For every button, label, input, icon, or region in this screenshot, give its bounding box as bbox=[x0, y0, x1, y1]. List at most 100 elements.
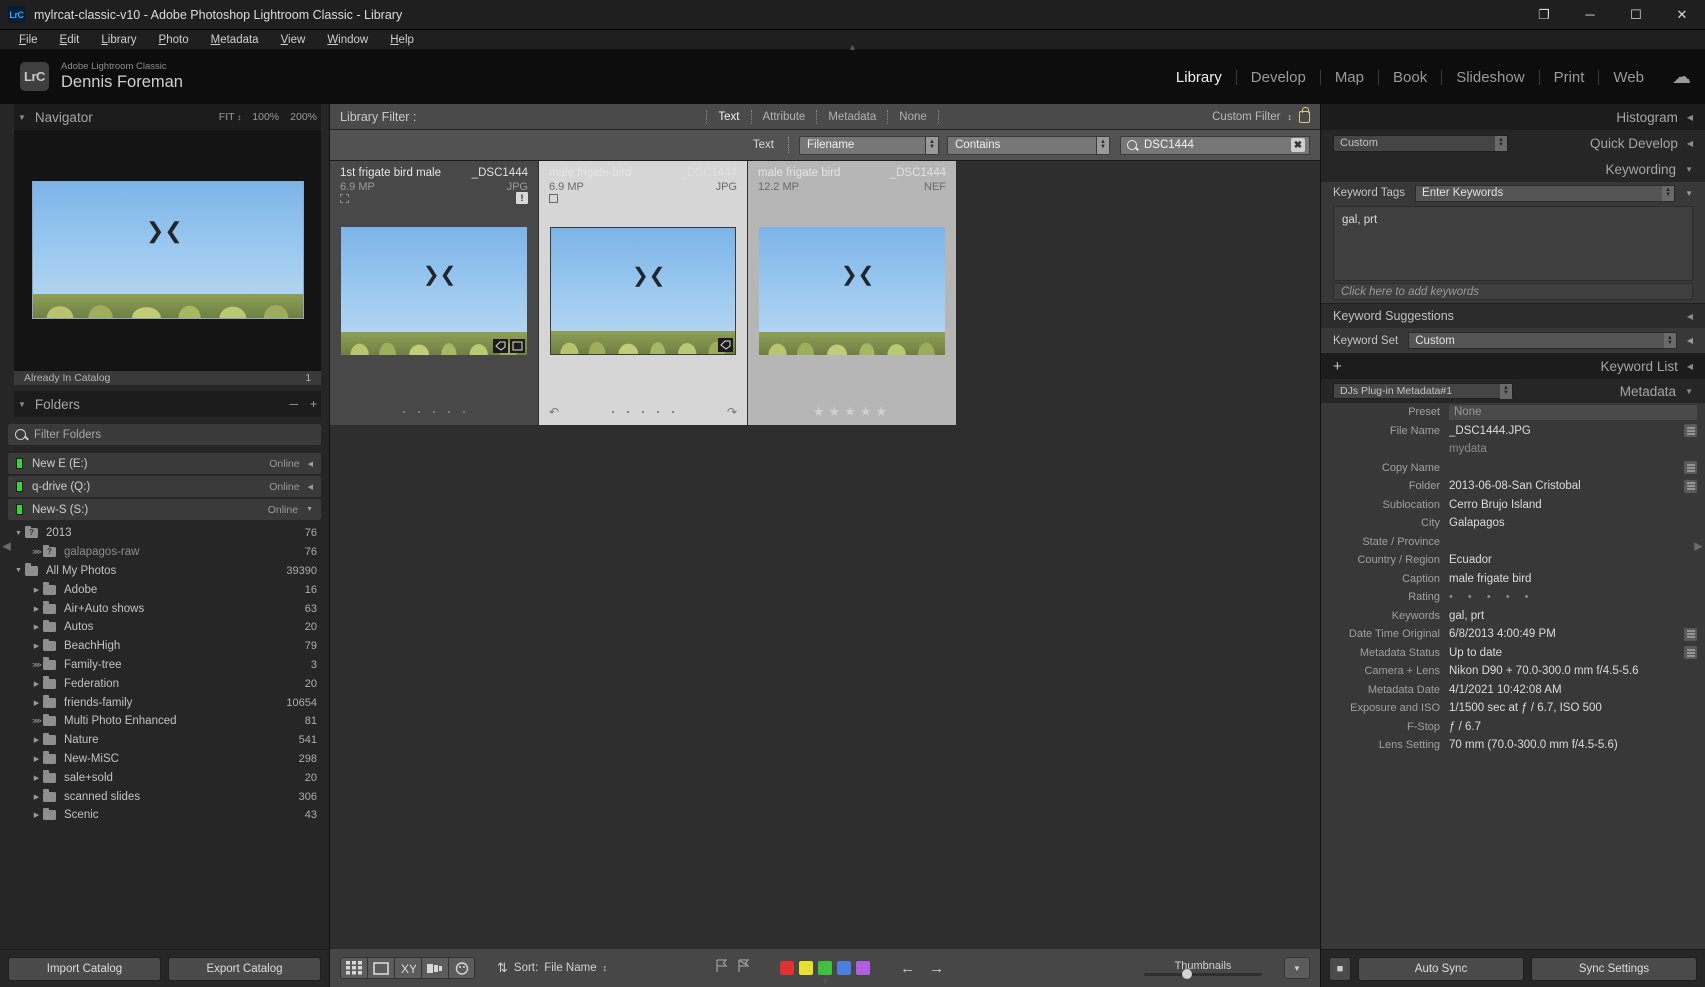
keyword-list-header[interactable]: + Keyword List ◀ bbox=[1321, 353, 1705, 379]
metadata-action-icon[interactable] bbox=[1684, 627, 1697, 641]
filter-tab-attribute[interactable]: Attribute bbox=[752, 111, 817, 123]
rotate-right-icon[interactable]: ↷ bbox=[727, 405, 737, 419]
keyword-badge-icon[interactable] bbox=[718, 338, 733, 352]
add-keyword-button[interactable]: + bbox=[1333, 358, 1342, 375]
metadata-value[interactable]: ƒ / 6.7 bbox=[1449, 721, 1697, 733]
metadata-value[interactable]: 4/1/2021 10:42:08 AM bbox=[1449, 684, 1697, 696]
filter-folders-input[interactable]: Filter Folders bbox=[8, 424, 321, 445]
photo-thumbnail[interactable]: ❯❮ bbox=[550, 227, 736, 355]
metadata-row[interactable]: Camera + Lens Nikon D90 + 70.0-300.0 mm f… bbox=[1321, 662, 1705, 681]
right-panel-collapse-arrow[interactable]: ▶ bbox=[1693, 539, 1704, 552]
minimize-button[interactable]: ─ bbox=[1567, 0, 1613, 30]
menu-file[interactable]: FFileile bbox=[8, 32, 49, 48]
menu-metadata[interactable]: Metadata bbox=[200, 32, 270, 48]
disclosure-icon[interactable]: ▼ bbox=[14, 567, 23, 574]
disclosure-icon[interactable]: ⋙ bbox=[32, 717, 42, 725]
metadata-row[interactable]: Preset None bbox=[1321, 403, 1705, 422]
menu-photo[interactable]: Photo bbox=[148, 32, 200, 48]
folder-row[interactable]: ▶ Federation 20 bbox=[8, 674, 329, 693]
filter-search-input[interactable]: DSC1444 ✖ bbox=[1120, 135, 1310, 155]
metadata-value[interactable]: Cerro Brujo Island bbox=[1449, 499, 1697, 511]
module-book[interactable]: Book bbox=[1379, 69, 1441, 86]
keyword-suggestions-header[interactable]: Keyword Suggestions ◀ bbox=[1321, 303, 1705, 328]
flag-icon[interactable] bbox=[549, 193, 558, 203]
disclosure-icon[interactable]: ▶ bbox=[32, 586, 41, 594]
sort-value[interactable]: File Name bbox=[544, 962, 596, 974]
drive-row[interactable]: New E (E:) Online ◀ bbox=[8, 453, 321, 474]
cell-rating-stars[interactable]: ★★★★★ bbox=[813, 404, 891, 420]
metadata-value[interactable]: _DSC1444.JPG bbox=[1449, 425, 1684, 437]
metadata-row[interactable]: Metadata Date 4/1/2021 10:42:08 AM bbox=[1321, 681, 1705, 700]
keyword-badge-icon[interactable] bbox=[493, 339, 508, 353]
keyword-tags-mode-select[interactable]: Enter Keywords ▲ ▼ bbox=[1415, 184, 1676, 202]
grid-cell[interactable]: male frigate bird _DSC1444 12.2 MP NEF ❯❮ ★★★… bbox=[748, 161, 957, 425]
disclosure-icon[interactable]: ▶ bbox=[32, 680, 41, 688]
filter-tab-none[interactable]: None bbox=[888, 111, 938, 123]
chevron-updown-icon[interactable]: ↕ bbox=[1288, 112, 1293, 122]
disclosure-icon[interactable]: ▶ bbox=[32, 699, 41, 707]
custom-filter-label[interactable]: Custom Filter bbox=[1212, 111, 1280, 123]
keyword-set-select[interactable]: Custom ▲ ▼ bbox=[1408, 332, 1677, 349]
metadata-row[interactable]: Metadata Status Up to date bbox=[1321, 644, 1705, 663]
photo-thumbnail[interactable]: ❯❮ bbox=[759, 227, 945, 355]
module-slideshow[interactable]: Slideshow bbox=[1442, 69, 1538, 86]
disclosure-icon[interactable]: ⋙ bbox=[32, 548, 42, 556]
disclosure-icon[interactable]: ▶ bbox=[32, 793, 41, 801]
thumbnail-size-slider[interactable]: Thumbnails bbox=[1144, 960, 1262, 979]
color-label-swatch[interactable] bbox=[818, 961, 833, 975]
lock-icon[interactable] bbox=[1299, 106, 1310, 123]
export-catalog-button[interactable]: Export Catalog bbox=[168, 956, 321, 981]
auto-sync-button[interactable]: Auto Sync bbox=[1358, 956, 1524, 981]
sort-az-icon[interactable]: ⇅ bbox=[497, 960, 508, 976]
disclosure-icon[interactable]: ⋙ bbox=[32, 661, 42, 669]
menu-library[interactable]: Library bbox=[90, 32, 147, 48]
menu-view[interactable]: View bbox=[270, 32, 317, 48]
close-button[interactable]: ✕ bbox=[1659, 0, 1705, 30]
zoom-100-button[interactable]: 100% bbox=[252, 111, 279, 123]
disclosure-icon[interactable]: ▶ bbox=[32, 736, 41, 744]
import-catalog-button[interactable]: Import Catalog bbox=[8, 956, 161, 981]
chevron-icon[interactable]: ◀ bbox=[308, 483, 313, 491]
disclosure-icon[interactable]: ▶ bbox=[32, 811, 41, 819]
navigator-preview[interactable]: ❯❮ bbox=[14, 130, 321, 370]
people-view-icon[interactable] bbox=[448, 957, 475, 979]
module-library[interactable]: Library bbox=[1162, 69, 1236, 86]
metadata-value[interactable]: Up to date bbox=[1449, 647, 1684, 659]
identity-plate[interactable]: LrC Adobe Lightroom Classic Dennis Forem… bbox=[0, 61, 183, 92]
quick-develop-header[interactable]: Custom ▲ ▼ Quick Develop ◀ bbox=[1321, 130, 1705, 156]
folder-row[interactable]: ▶ friends-family 10654 bbox=[8, 693, 329, 712]
metadata-row[interactable]: Lens Setting 70 mm (70.0-300.0 mm f/4.5-5… bbox=[1321, 736, 1705, 755]
metadata-action-icon[interactable] bbox=[1684, 461, 1697, 475]
folder-row[interactable]: ▶ BeachHigh 79 bbox=[8, 637, 329, 656]
disclosure-icon[interactable]: ▶ bbox=[32, 755, 41, 763]
remove-folder-button[interactable]: ─ bbox=[289, 397, 298, 411]
grid-cell[interactable]: 1st frigate bird male _DSC1444 6.9 MP JPG! ❯… bbox=[330, 161, 539, 425]
keyword-tags-textarea[interactable]: gal, prt bbox=[1333, 206, 1693, 281]
badge-unsaved-metadata-icon[interactable]: ! bbox=[516, 192, 528, 204]
color-label-swatch[interactable] bbox=[856, 961, 871, 975]
zoom-200-button[interactable]: 200% bbox=[290, 111, 317, 123]
metadata-value[interactable]: gal, prt bbox=[1449, 610, 1697, 622]
metadata-value[interactable]: Ecuador bbox=[1449, 554, 1697, 566]
arrow-left-icon[interactable]: ← bbox=[900, 960, 915, 977]
folder-row[interactable]: ▼ 2013 76 bbox=[8, 524, 329, 543]
metadata-value[interactable]: 1/1500 sec at ƒ / 6.7, ISO 500 bbox=[1449, 702, 1697, 714]
folder-row[interactable]: ▶ Nature 541 bbox=[8, 731, 329, 750]
metadata-row[interactable]: File Name _DSC1444.JPG bbox=[1321, 422, 1705, 441]
drive-row[interactable]: q-drive (Q:) Online ◀ bbox=[8, 476, 321, 497]
metadata-row[interactable]: Date Time Original 6/8/2013 4:00:49 PM bbox=[1321, 625, 1705, 644]
filter-tab-text[interactable]: Text bbox=[707, 111, 750, 123]
histogram-header[interactable]: Histogram ◀ bbox=[1321, 104, 1705, 130]
add-keywords-input[interactable]: Click here to add keywords bbox=[1333, 283, 1693, 300]
folder-row[interactable]: ▶ Adobe 16 bbox=[8, 580, 329, 599]
cloud-sync-icon[interactable]: ☁ bbox=[1672, 66, 1691, 89]
folder-row[interactable]: ▶ scanned slides 306 bbox=[8, 787, 329, 806]
slider-track[interactable] bbox=[1144, 969, 1262, 979]
metadata-row[interactable]: City Galapagos bbox=[1321, 514, 1705, 533]
module-web[interactable]: Web bbox=[1599, 69, 1658, 86]
metadata-row[interactable]: Country / Region Ecuador bbox=[1321, 551, 1705, 570]
bottom-panel-toggle[interactable]: ▼ bbox=[821, 977, 829, 986]
metadata-row[interactable]: F-Stop ƒ / 6.7 bbox=[1321, 718, 1705, 737]
folder-row[interactable]: ▶ Autos 20 bbox=[8, 618, 329, 637]
metadata-row[interactable]: Sublocation Cerro Brujo Island bbox=[1321, 496, 1705, 515]
